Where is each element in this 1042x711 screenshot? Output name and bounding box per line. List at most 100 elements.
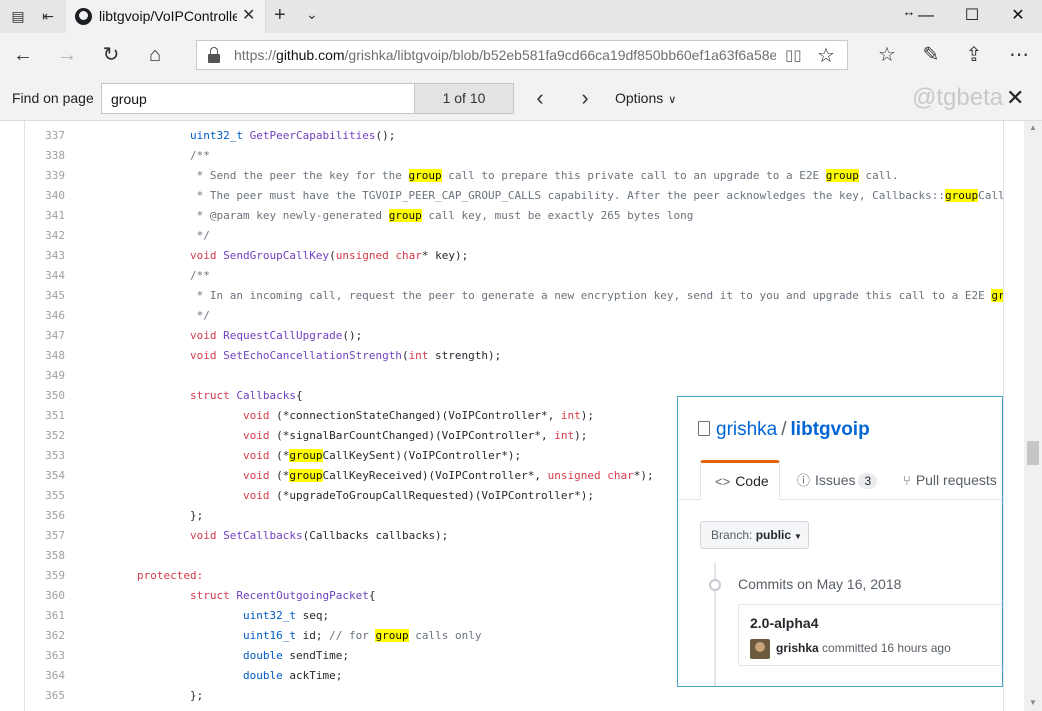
code-text: };: [190, 509, 204, 522]
avatar[interactable]: [750, 639, 770, 659]
code-text: /**: [190, 149, 210, 162]
commit-message-link[interactable]: 2.0-alpha4: [750, 615, 818, 631]
line-number[interactable]: 340: [25, 186, 65, 206]
more-menu-icon[interactable]: ⋯: [1006, 42, 1032, 68]
search-highlight: group: [375, 629, 409, 642]
line-number[interactable]: 345: [25, 286, 65, 306]
issue-icon: ⓘ: [797, 473, 811, 488]
favorites-hub-icon[interactable]: ☆: [874, 42, 900, 68]
lock-icon: [207, 47, 221, 63]
set-tabs-aside-icon[interactable]: ⇤: [37, 6, 59, 26]
commit-author-link[interactable]: grishka: [776, 641, 819, 655]
line-number[interactable]: 354: [25, 466, 65, 486]
line-number[interactable]: 364: [25, 666, 65, 686]
line-number[interactable]: 338: [25, 146, 65, 166]
code-text: void SetCallbacks(Callbacks callbacks);: [190, 529, 449, 542]
line-number[interactable]: 350: [25, 386, 65, 406]
repo-owner-link[interactable]: grishka: [716, 419, 777, 440]
code-line: 349: [25, 366, 1003, 386]
line-number[interactable]: 347: [25, 326, 65, 346]
close-window-button[interactable]: ✕: [995, 4, 1041, 28]
scrollbar-thumb[interactable]: [1027, 441, 1039, 465]
search-highlight: group: [825, 169, 859, 182]
line-number[interactable]: 341: [25, 206, 65, 226]
forward-button[interactable]: →: [54, 42, 80, 68]
line-number[interactable]: 357: [25, 526, 65, 546]
repo-name-link[interactable]: libtgvoip: [791, 419, 870, 440]
maximize-button[interactable]: ☐: [949, 4, 995, 28]
web-note-pen-icon[interactable]: ✎: [918, 42, 944, 68]
code-line: 339 * Send the peer the key for the grou…: [25, 166, 1003, 186]
line-number[interactable]: 356: [25, 506, 65, 526]
line-number[interactable]: 344: [25, 266, 65, 286]
tab-code[interactable]: <> Code: [700, 460, 780, 500]
scrollbar[interactable]: [1024, 121, 1042, 711]
line-number[interactable]: 359: [25, 566, 65, 586]
find-options-dropdown[interactable]: Options ∨: [615, 90, 676, 106]
repo-tabs: <> Code ⓘ Issues 3 ⑂ Pull requests: [678, 460, 1002, 500]
line-number[interactable]: 353: [25, 446, 65, 466]
code-text: uint32_t seq;: [243, 609, 330, 622]
code-text: };: [190, 689, 204, 702]
code-line: 338 /**: [25, 146, 1003, 166]
code-text: */: [190, 309, 210, 322]
tab-preview-icon[interactable]: ▤: [7, 6, 29, 26]
code-text: * In an incoming call, request the peer …: [190, 289, 1004, 302]
tab-list-chevron-icon[interactable]: ⌄: [306, 6, 318, 23]
next-match-icon[interactable]: ›: [573, 86, 597, 110]
line-number[interactable]: 361: [25, 606, 65, 626]
browser-tab-active[interactable]: libtgvoip/VoIPControlle ✕: [66, 0, 266, 33]
code-line: 347 void RequestCallUpgrade();: [25, 326, 1003, 346]
line-number[interactable]: 352: [25, 426, 65, 446]
tab-pull-requests[interactable]: ⑂ Pull requests: [903, 460, 997, 500]
pull-request-icon: ⑂: [903, 473, 911, 488]
line-number[interactable]: 351: [25, 406, 65, 426]
code-text: protected:: [137, 569, 204, 582]
find-input[interactable]: [101, 83, 415, 114]
line-number[interactable]: 358: [25, 546, 65, 566]
tab-title: libtgvoip/VoIPControlle: [99, 8, 237, 24]
close-find-icon[interactable]: ✕: [1006, 85, 1024, 111]
line-number[interactable]: 349: [25, 366, 65, 386]
line-number[interactable]: 342: [25, 226, 65, 246]
line-number[interactable]: 343: [25, 246, 65, 266]
watermark: @tgbeta: [912, 84, 1004, 111]
line-number[interactable]: 355: [25, 486, 65, 506]
refresh-button[interactable]: ↻: [98, 42, 124, 68]
minimize-button[interactable]: —: [903, 4, 949, 28]
line-number[interactable]: 360: [25, 586, 65, 606]
tab-issues[interactable]: ⓘ Issues 3: [797, 460, 878, 500]
reading-view-icon[interactable]: ▯▯: [785, 46, 802, 64]
favorite-star-icon[interactable]: ☆: [817, 43, 835, 68]
close-tab-icon[interactable]: ✕: [242, 5, 255, 25]
scroll-up-icon[interactable]: ▲: [1029, 123, 1037, 132]
navigation-bar: ← → ↻ ⌂ https://github.com/grishka/libtg…: [0, 33, 1042, 77]
code-line: 337 uint32_t GetPeerCapabilities();: [25, 126, 1003, 146]
line-number[interactable]: 346: [25, 306, 65, 326]
repo-overlay-panel: grishka / libtgvoip <> Code ⓘ Issues 3 ⑂ Pull …: [677, 396, 1003, 687]
branch-selector[interactable]: Branch: public ▼: [700, 521, 809, 549]
line-number[interactable]: 362: [25, 626, 65, 646]
home-button[interactable]: ⌂: [142, 42, 168, 68]
repo-header: grishka / libtgvoip: [698, 419, 870, 441]
search-highlight: group: [289, 469, 323, 482]
line-number[interactable]: 337: [25, 126, 65, 146]
line-number[interactable]: 348: [25, 346, 65, 366]
share-icon[interactable]: ⇪: [961, 42, 987, 68]
back-button[interactable]: ←: [10, 42, 36, 68]
search-highlight: gr: [991, 289, 1004, 302]
code-line: 340 * The peer must have the TGVOIP_PEER…: [25, 186, 1003, 206]
new-tab-button[interactable]: +: [274, 4, 286, 27]
code-text: double ackTime;: [243, 669, 343, 682]
address-bar[interactable]: https://github.com/grishka/libtgvoip/blo…: [196, 40, 848, 70]
code-icon: <>: [715, 474, 731, 489]
find-on-page-bar: Find on page 1 of 10 ‹ › Options∨ @tgbet…: [0, 77, 1042, 121]
url-text[interactable]: https://github.com/grishka/libtgvoip/blo…: [234, 47, 776, 63]
line-number[interactable]: 363: [25, 646, 65, 666]
page-content: 337 uint32_t GetPeerCapabilities(); 338 /**…: [0, 121, 1042, 711]
previous-match-icon[interactable]: ‹: [528, 86, 552, 110]
line-number[interactable]: 365: [25, 686, 65, 706]
scroll-down-icon[interactable]: ▼: [1029, 698, 1037, 707]
code-text: void RequestCallUpgrade();: [190, 329, 363, 342]
line-number[interactable]: 339: [25, 166, 65, 186]
